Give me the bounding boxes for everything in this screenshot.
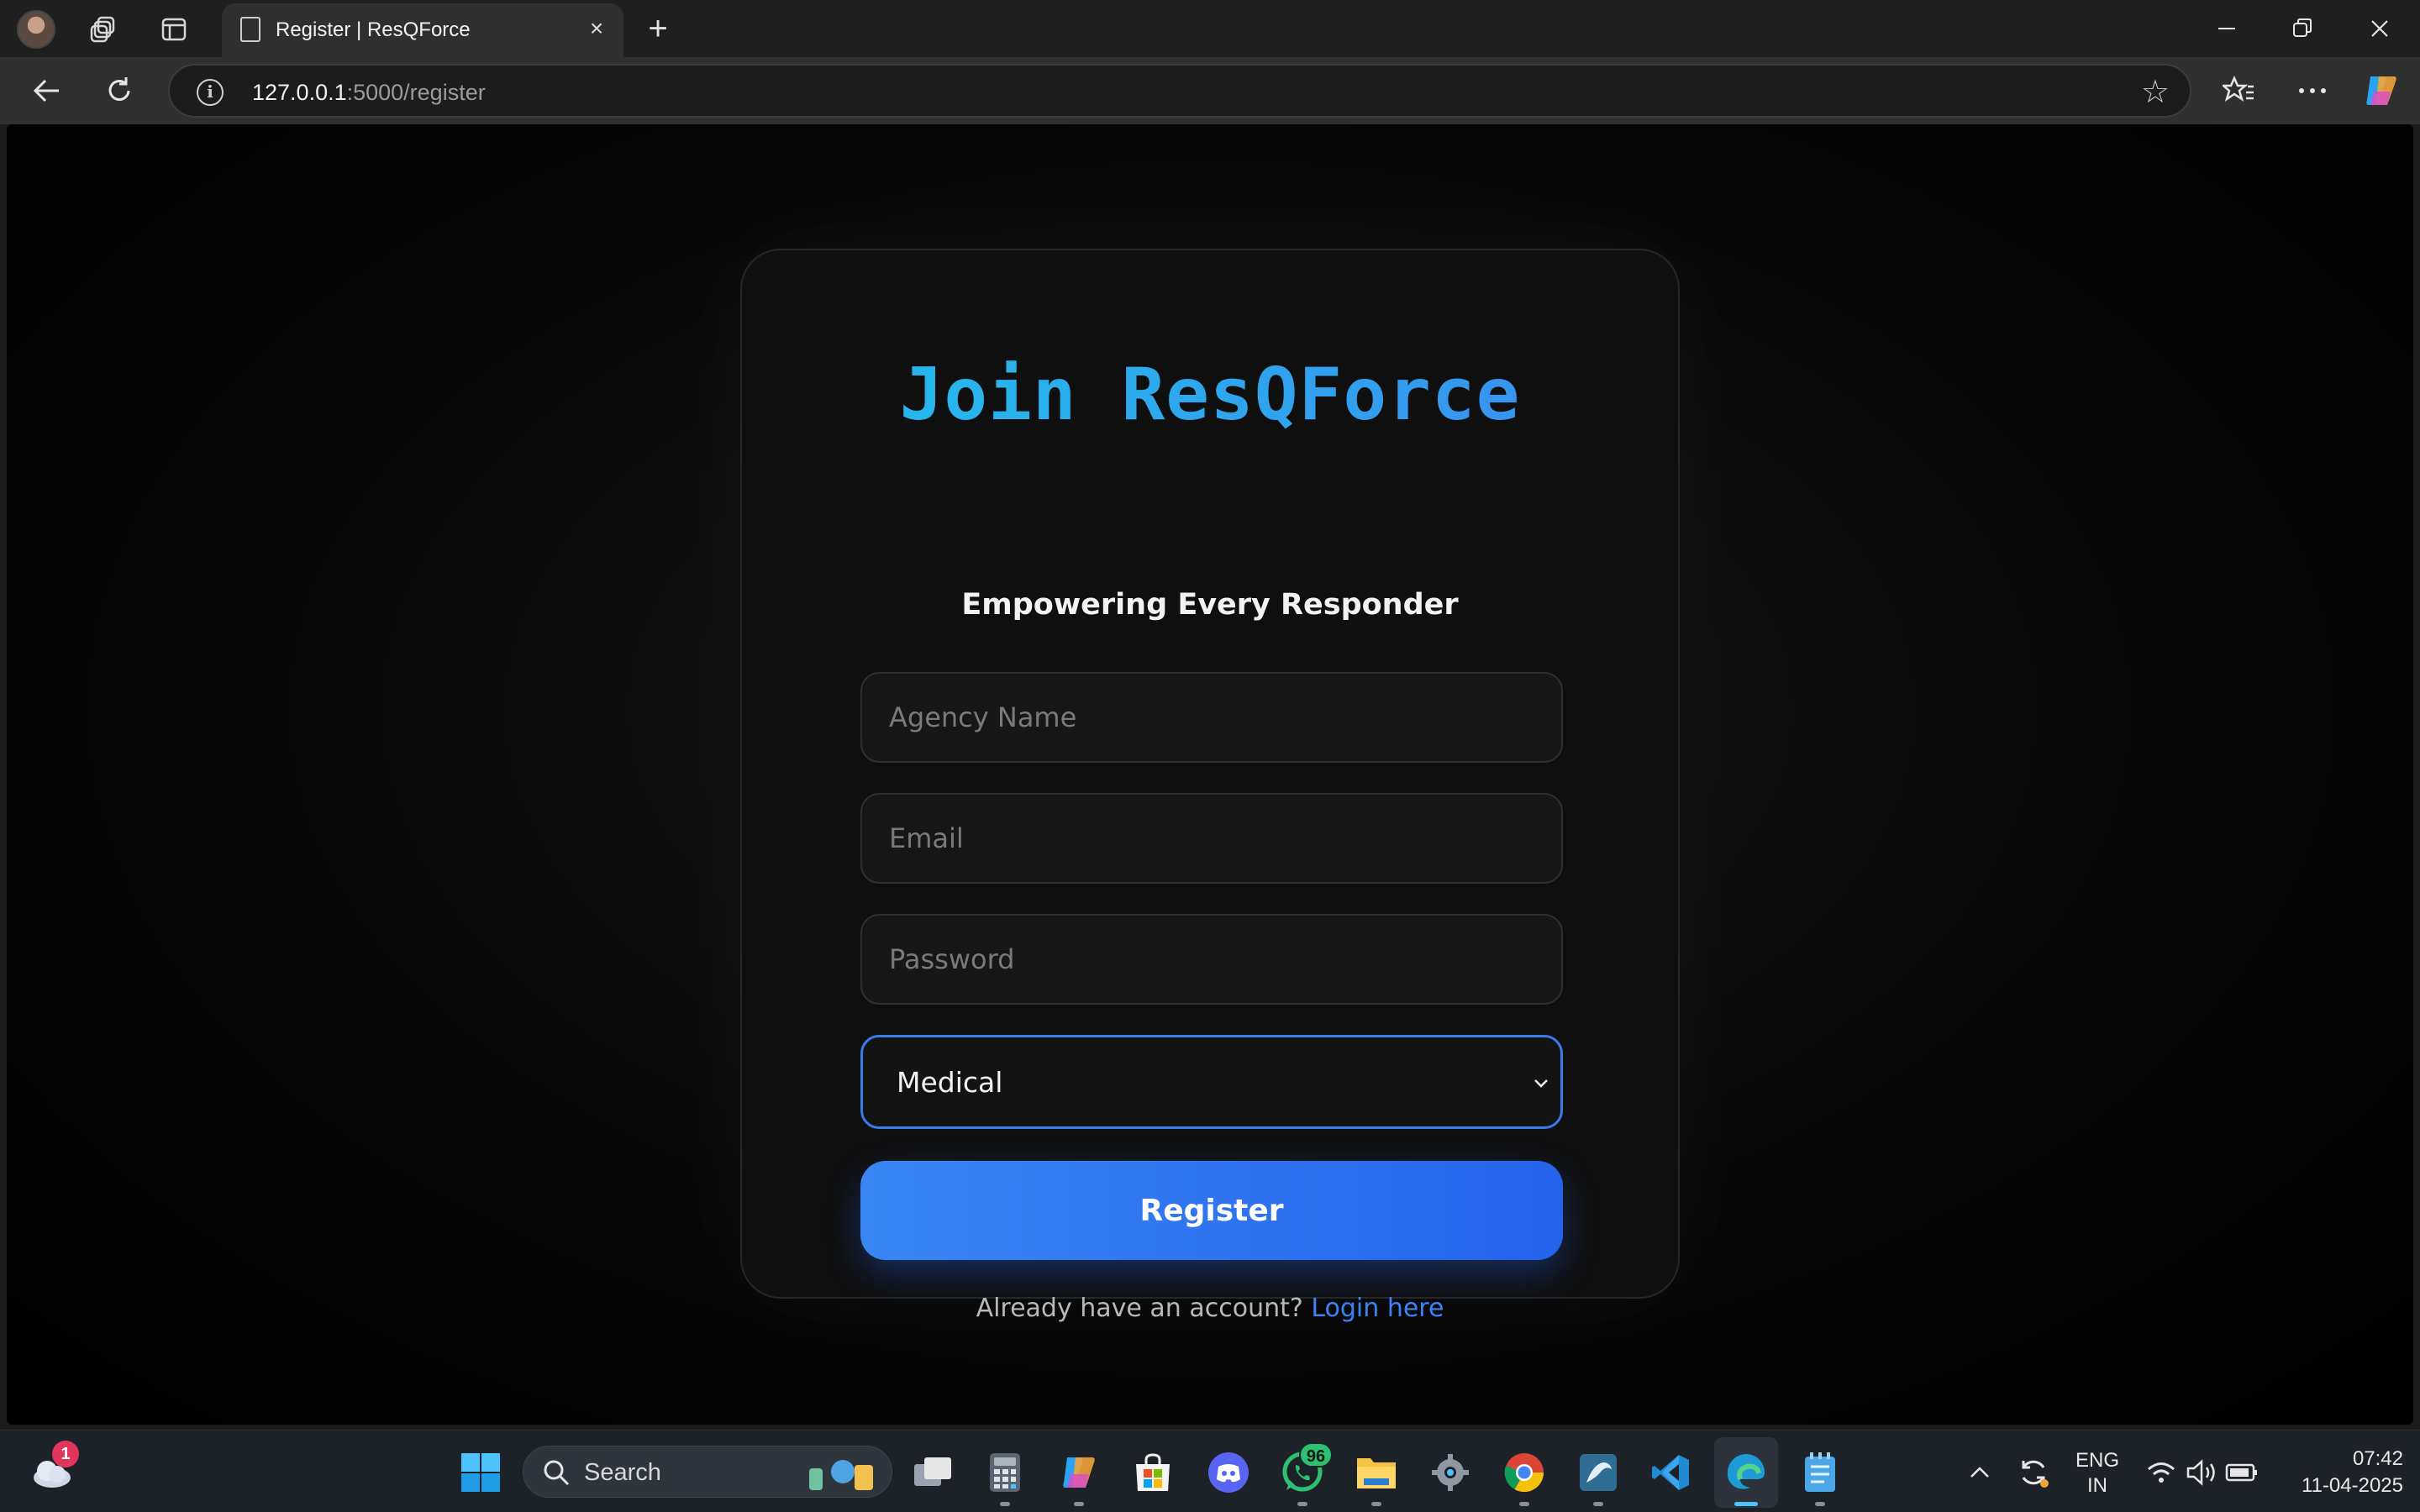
favorite-star-icon[interactable]: ☆ <box>2141 74 2170 111</box>
file-explorer-icon[interactable] <box>1355 1451 1398 1506</box>
profile-avatar[interactable] <box>17 10 55 49</box>
refresh-icon[interactable] <box>97 69 141 113</box>
address-bar-row: i 127.0.0.1:5000/register ☆ <box>0 57 2420 124</box>
new-tab-icon[interactable]: + <box>639 10 677 49</box>
page-title: Join ResQForce <box>742 353 1678 437</box>
edge-icon[interactable] <box>1724 1451 1768 1506</box>
running-indicator <box>1000 1502 1010 1506</box>
whatsapp-badge: 96 <box>1299 1442 1333 1467</box>
calculator-icon[interactable] <box>983 1451 1027 1506</box>
more-options-icon[interactable] <box>2291 69 2334 113</box>
copilot-icon[interactable] <box>2360 69 2403 113</box>
close-window-icon[interactable] <box>2354 8 2405 49</box>
tab-actions-icon[interactable] <box>153 8 195 50</box>
chevron-down-icon <box>1528 1066 1554 1100</box>
settings-icon[interactable] <box>1428 1451 1472 1494</box>
running-indicator <box>1593 1502 1603 1506</box>
register-card: Join ResQForce Empowering Every Responde… <box>740 249 1680 1323</box>
login-prompt-text: Already have an account? <box>976 1294 1303 1323</box>
restore-icon[interactable] <box>2277 8 2328 49</box>
favorites-icon[interactable] <box>2217 69 2260 113</box>
site-info-icon[interactable]: i <box>197 79 224 106</box>
search-icon <box>544 1460 570 1486</box>
vscode-icon[interactable] <box>1649 1451 1692 1494</box>
taskbar: 1 Search 96 ENG IN 07:42 11-04-2025 <box>0 1430 2420 1512</box>
agency-name-input[interactable] <box>860 672 1563 763</box>
active-indicator <box>1734 1502 1758 1506</box>
workspaces-icon[interactable] <box>82 8 124 50</box>
discord-icon[interactable] <box>1207 1451 1250 1494</box>
password-input[interactable] <box>860 914 1563 1005</box>
notepad-icon[interactable] <box>1798 1451 1842 1506</box>
url-text[interactable]: 127.0.0.1:5000/register <box>252 80 486 106</box>
page-subtitle: Empowering Every Responder <box>961 588 1459 622</box>
back-arrow-icon[interactable] <box>25 69 69 113</box>
wifi-icon[interactable] <box>2139 1451 2183 1494</box>
battery-icon[interactable] <box>2220 1451 2264 1494</box>
search-label: Search <box>584 1459 661 1486</box>
start-icon[interactable] <box>459 1451 502 1494</box>
email-input[interactable] <box>860 793 1563 884</box>
copilot-app-icon[interactable] <box>1057 1451 1101 1506</box>
page-icon <box>240 17 260 42</box>
language-code[interactable]: ENG <box>2074 1449 2121 1473</box>
chevron-up-icon[interactable] <box>1958 1451 2002 1494</box>
tab-register[interactable]: Register | ResQForce × <box>222 3 623 57</box>
mysql-workbench-icon[interactable] <box>1576 1451 1620 1506</box>
running-indicator <box>1297 1502 1307 1506</box>
volume-icon[interactable] <box>2180 1451 2223 1494</box>
close-tab-icon[interactable]: × <box>583 15 610 42</box>
taskbar-search[interactable]: Search <box>523 1446 892 1498</box>
sync-icon[interactable] <box>2012 1451 2055 1494</box>
tab-title: Register | ResQForce <box>276 18 471 41</box>
weather-badge: 1 <box>52 1441 79 1467</box>
language-region[interactable]: IN <box>2074 1474 2121 1498</box>
search-highlight-icon <box>809 1460 873 1490</box>
task-view-icon[interactable] <box>911 1451 955 1494</box>
running-indicator <box>1371 1502 1381 1506</box>
login-prompt: Already have an account? Login here <box>742 1294 1678 1323</box>
running-indicator <box>1815 1502 1825 1506</box>
browser-tab-bar: Register | ResQForce × + <box>0 0 2420 57</box>
running-indicator <box>1519 1502 1529 1506</box>
url-field[interactable]: i 127.0.0.1:5000/register ☆ <box>168 64 2191 118</box>
page-viewport: Join ResQForce Empowering Every Responde… <box>7 124 2413 1425</box>
clock-date[interactable]: 11-04-2025 <box>2269 1474 2403 1498</box>
register-button[interactable]: Register <box>860 1161 1563 1260</box>
running-indicator <box>1074 1502 1084 1506</box>
chrome-icon[interactable] <box>1502 1451 1546 1506</box>
minimize-icon[interactable] <box>2202 8 2252 49</box>
category-selected-value: Medical <box>897 1066 1003 1099</box>
microsoft-store-icon[interactable] <box>1131 1451 1175 1494</box>
clock-time[interactable]: 07:42 <box>2277 1447 2403 1471</box>
category-select[interactable]: Medical <box>860 1035 1563 1129</box>
login-link[interactable]: Login here <box>1311 1294 1444 1323</box>
